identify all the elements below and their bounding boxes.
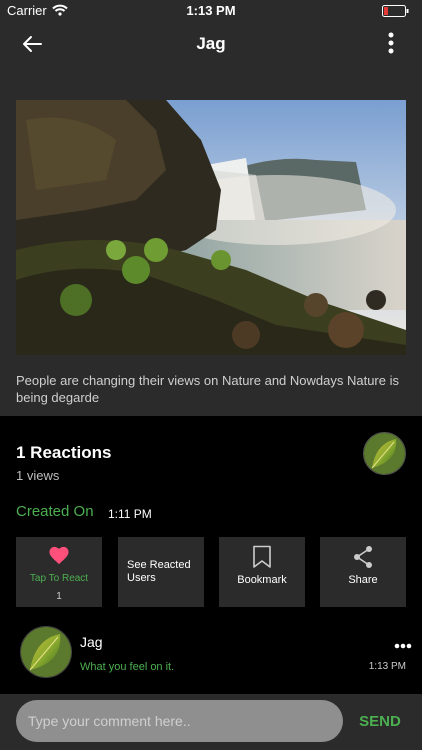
reactor-avatar[interactable]: [363, 432, 406, 475]
share-button[interactable]: Share: [320, 537, 406, 607]
status-bar: Carrier 1:13 PM: [0, 0, 422, 22]
battery-icon: [382, 5, 410, 20]
bookmark-icon: [219, 545, 305, 574]
avatar[interactable]: [20, 626, 72, 678]
comment-time: 1:13 PM: [368, 661, 406, 672]
status-time: 1:13 PM: [186, 3, 236, 18]
post-caption: People are changing their views on Natur…: [16, 373, 399, 405]
reaction-count: 1: [56, 591, 62, 602]
created-time: 1:11 PM: [108, 507, 152, 521]
comment-item: Jag What you feel on it. 1:13 PM: [0, 616, 422, 694]
share-icon: [320, 545, 406, 574]
see-reacted-users-button[interactable]: See Reacted Users: [118, 537, 204, 607]
comment-author: Jag: [80, 634, 103, 650]
send-button[interactable]: SEND: [350, 700, 410, 742]
reactions-count: 1 Reactions: [16, 443, 112, 462]
more-vertical-icon[interactable]: [388, 32, 394, 59]
see-reacted-users-label: See Reacted Users: [127, 559, 191, 584]
nav-bar: Jag: [0, 22, 422, 66]
tap-to-react-button[interactable]: Tap To React 1: [16, 537, 102, 607]
heart-icon: [16, 545, 102, 570]
bookmark-button[interactable]: Bookmark: [219, 537, 305, 607]
comment-composer: SEND: [0, 694, 422, 750]
more-horizontal-icon[interactable]: [394, 636, 412, 654]
comment-text: What you feel on it.: [80, 661, 175, 673]
comment-input[interactable]: [16, 700, 343, 742]
created-on-label: Created On: [16, 503, 94, 520]
bookmark-label: Bookmark: [237, 574, 287, 586]
post-image[interactable]: [16, 100, 406, 355]
page-title: Jag: [196, 34, 226, 53]
views-count: 1 views: [16, 468, 60, 483]
post-card: People are changing their views on Natur…: [0, 66, 422, 416]
tap-to-react-label: Tap To React: [29, 573, 89, 584]
share-label: Share: [348, 574, 378, 586]
post-info: 1 Reactions 1 views Created On 1:11 PM T…: [0, 416, 422, 616]
